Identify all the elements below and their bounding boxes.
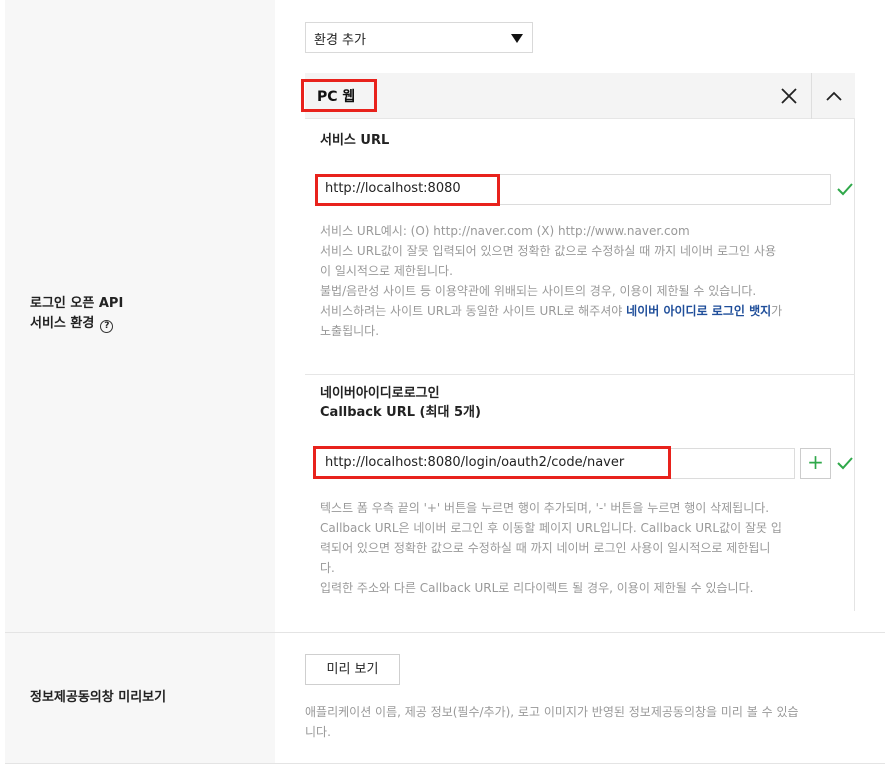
callback-desc-line: 입력한 주소와 다른 Callback URL로 리다이렉트 될 경우, 이용이…	[320, 581, 754, 595]
highlight-box-callback-url	[313, 446, 671, 479]
service-url-desc-line: 이 일시적으로 제한됩니다.	[320, 264, 453, 278]
pc-web-panel-header: PC 웹	[301, 73, 855, 119]
environment-add-select[interactable]: 환경 추가	[305, 22, 533, 53]
callback-desc-line: 력되어 있으면 정확한 값으로 수정하실 때 까지 네이버 로그인 사용이 일시…	[320, 541, 771, 555]
environment-select-value: 환경 추가	[314, 33, 366, 48]
remove-environment-button[interactable]	[767, 73, 811, 119]
consent-preview-label: 정보제공동의창 미리보기	[30, 690, 167, 705]
panel-title: PC 웹	[317, 89, 356, 105]
add-callback-row-button[interactable]: +	[800, 448, 831, 479]
chevron-up-icon	[826, 91, 842, 101]
service-url-desc-line: 노출됩니다.	[320, 324, 380, 338]
preview-description: 애플리케이션 이름, 제공 정보(필수/추가), 로고 이미지가 반영된 정보제…	[305, 702, 865, 742]
collapse-panel-button[interactable]	[811, 73, 855, 119]
callback-title-line1: 네이버아이디로로그인	[320, 386, 440, 401]
highlight-box-service-url	[315, 174, 500, 206]
badge-desc-prefix: 서비스하려는 사이트 URL과 동일한 사이트 URL로 해주셔야	[320, 304, 627, 318]
preview-desc-line2: 니다.	[305, 725, 331, 739]
callback-url-description: 텍스트 폼 우측 끝의 '+' 버튼을 누르면 행이 추가되며, '-' 버튼을…	[320, 498, 830, 598]
service-url-title: 서비스 URL	[320, 133, 390, 148]
api-environment-label-line2: 서비스 환경	[30, 316, 95, 331]
preview-desc-line1: 애플리케이션 이름, 제공 정보(필수/추가), 로고 이미지가 반영된 정보제…	[305, 705, 799, 719]
callback-desc-line: Callback URL은 네이버 로그인 후 이동할 페이지 URL입니다. …	[320, 521, 782, 535]
service-url-desc-line: 서비스 URL예시: (O) http://naver.com (X) http…	[320, 224, 690, 238]
service-url-desc-line: 불법/음란성 사이트 등 이용약관에 위배되는 사이트의 경우, 이용이 제한될…	[320, 284, 757, 298]
service-url-description: 서비스 URL예시: (O) http://naver.com (X) http…	[320, 221, 830, 341]
pc-web-panel-body: 서비스 URL http://localhost:8080 서비스 URL예시:…	[305, 119, 855, 611]
badge-desc-suffix: 가	[771, 304, 783, 318]
check-icon	[837, 457, 853, 470]
caret-down-icon	[511, 34, 523, 43]
callback-desc-line: 텍스트 폼 우측 끝의 '+' 버튼을 누르면 행이 추가되며, '-' 버튼을…	[320, 501, 770, 515]
service-url-desc-badge-line: 서비스하려는 사이트 URL과 동일한 사이트 URL로 해주셔야 네이버 아이…	[320, 301, 830, 321]
service-url-desc-line: 서비스 URL값이 잘못 입력되어 있으면 정확한 값으로 수정하실 때 까지 …	[320, 244, 776, 258]
api-environment-label: 로그인 오픈 API 서비스 환경?	[30, 294, 123, 334]
row-divider-bottom	[5, 763, 885, 764]
callback-url-title: 네이버아이디로로그인 Callback URL (최대 5개)	[320, 384, 481, 422]
field-divider	[305, 374, 855, 375]
api-environment-label-line1: 로그인 오픈 API	[30, 296, 124, 311]
help-icon[interactable]: ?	[100, 320, 114, 333]
plus-icon: +	[807, 450, 824, 474]
naver-login-badge-text: 네이버 아이디로 로그인 뱃지	[626, 304, 772, 318]
preview-button[interactable]: 미리 보기	[305, 654, 400, 685]
check-icon	[837, 183, 853, 196]
close-icon	[781, 88, 797, 104]
api-environment-label-line2-row: 서비스 환경?	[30, 314, 123, 334]
callback-desc-line: 다.	[320, 561, 335, 575]
callback-title-line2: Callback URL (최대 5개)	[320, 405, 481, 420]
